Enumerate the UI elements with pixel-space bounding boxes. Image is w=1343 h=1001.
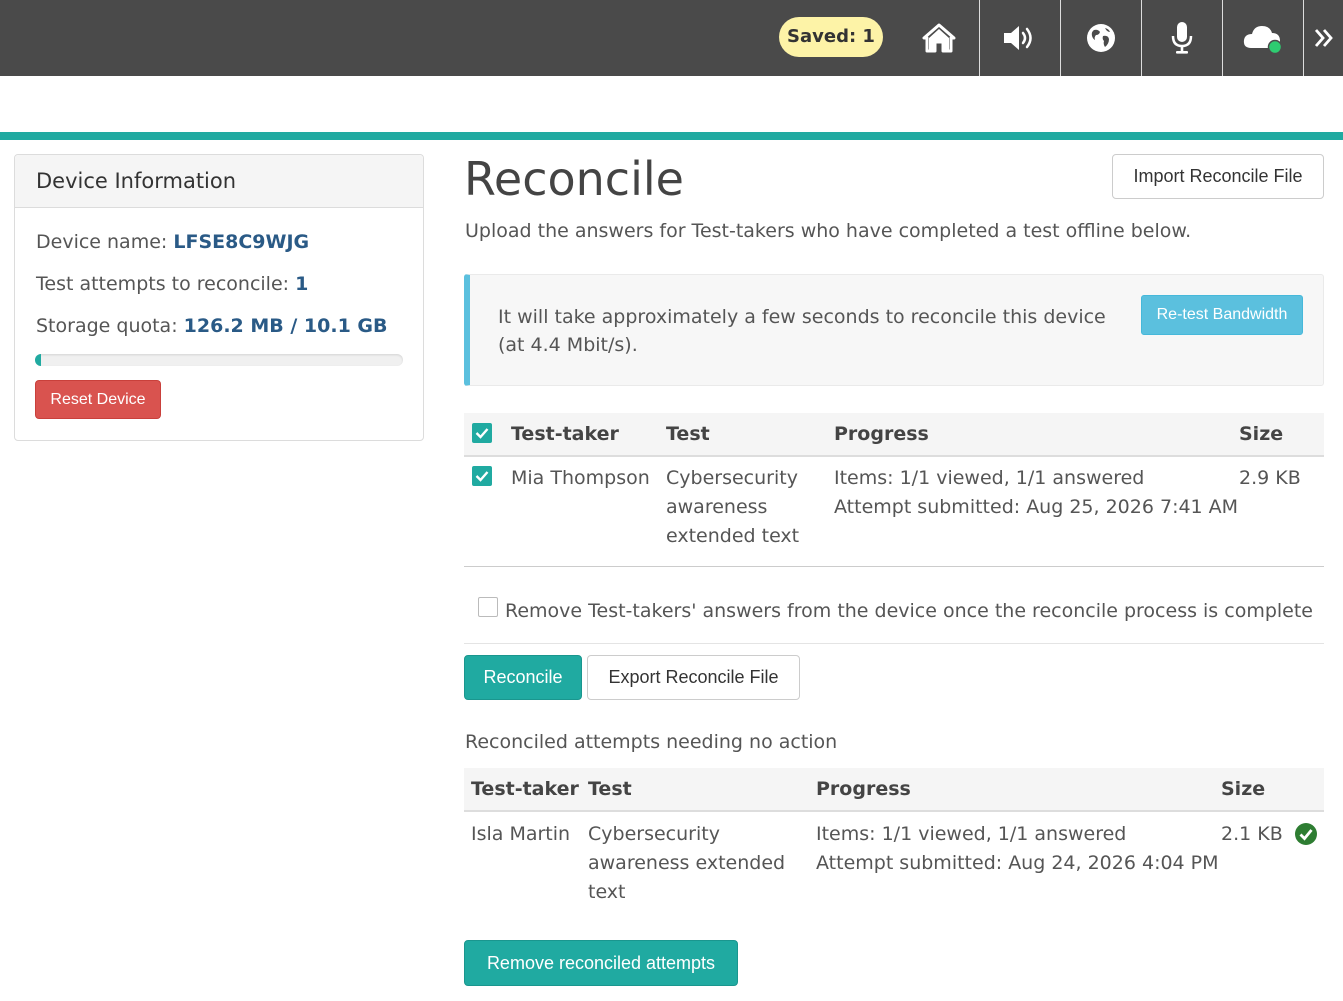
column-header-test: Test [588,778,632,800]
row-size: 2.9 KB [1239,467,1301,489]
page-subtitle: Upload the answers for Test-takers who h… [465,220,1192,242]
row-test-line: awareness extended [588,852,786,874]
divider [464,566,1324,567]
attempts-table-header: Test-taker Test Progress Size [464,413,1324,457]
row-test-taker: Mia Thompson [511,467,650,489]
accent-divider [0,132,1343,140]
page-title: Reconcile [464,152,684,206]
remove-answers-checkbox[interactable] [478,597,498,617]
cloud-sync-button[interactable] [1223,0,1303,76]
row-progress: Items: 1/1 viewed, 1/1 answered Attempt … [834,464,1238,522]
column-header-size: Size [1239,423,1284,445]
row-test-line: extended text [666,525,800,547]
storage-value: 126.2 MB / 10.1 GB [183,315,388,337]
home-button[interactable] [899,0,979,76]
import-reconcile-file-button[interactable]: Import Reconcile File [1112,154,1324,199]
row-test-taker: Isla Martin [471,823,571,845]
select-all-checkbox[interactable] [472,423,492,443]
row-test: Cybersecurity awareness extended text [666,464,826,551]
reconcile-button[interactable]: Reconcile [464,655,582,700]
row-test-line: Cybersecurity [666,467,798,489]
double-chevron-right-icon [1314,29,1333,47]
check-icon [475,428,489,439]
storage-row: Storage quota: 126.2 MB / 10.1 GB [36,315,388,337]
column-header-test-taker: Test-taker [511,423,619,445]
attempts-value: 1 [295,273,309,295]
retest-bandwidth-button[interactable]: Re-test Bandwidth [1141,295,1303,335]
row-size: 2.1 KB [1221,823,1283,845]
export-reconcile-file-button[interactable]: Export Reconcile File [587,655,800,700]
device-info-panel: Device Information Device name: LFSE8C9W… [14,154,424,441]
row-progress-submitted: Attempt submitted: Aug 25, 2026 7:41 AM [834,496,1239,518]
reconciled-table-header: Test-taker Test Progress Size [464,768,1324,812]
row-progress: Items: 1/1 viewed, 1/1 answered Attempt … [816,820,1219,878]
device-panel-title: Device Information [15,155,423,208]
attempts-row: Test attempts to reconcile: 1 [36,273,308,295]
volume-icon [1004,26,1032,50]
expand-toolbar-button[interactable] [1304,0,1343,76]
column-header-size: Size [1221,778,1266,800]
column-header-progress: Progress [834,423,929,445]
device-name-row: Device name: LFSE8C9WJG [36,231,309,253]
column-header-progress: Progress [816,778,911,800]
row-test: Cybersecurity awareness extended text [588,820,808,907]
globe-icon [1087,24,1115,52]
home-icon [922,23,956,53]
top-bar: Saved: 1 [0,0,1343,76]
bandwidth-info-box: It will take approximately a few seconds… [464,274,1324,386]
check-icon [475,471,489,482]
reconciled-section-heading: Reconciled attempts needing no action [465,731,838,753]
language-button[interactable] [1061,0,1141,76]
divider [464,643,1324,644]
row-progress-submitted: Attempt submitted: Aug 24, 2026 4:04 PM [816,852,1219,874]
device-name-label: Device name: [36,231,168,253]
microphone-icon [1171,22,1193,54]
remove-reconciled-attempts-button[interactable]: Remove reconciled attempts [464,940,738,986]
check-circle-icon [1295,823,1317,845]
device-name-value: LFSE8C9WJG [173,231,310,253]
row-progress-items: Items: 1/1 viewed, 1/1 answered [834,467,1145,489]
storage-progress-fill [35,354,41,366]
column-header-test: Test [666,423,710,445]
row-test-line: Cybersecurity [588,823,720,845]
remove-answers-label: Remove Test-takers' answers from the dev… [505,600,1313,622]
storage-progress-bar [35,354,403,366]
attempts-label: Test attempts to reconcile: [36,273,290,295]
row-select-checkbox[interactable] [472,466,492,486]
bandwidth-info-text: It will take approximately a few seconds… [498,306,1106,356]
microphone-button[interactable] [1142,0,1222,76]
row-test-line: text [588,881,626,903]
column-header-test-taker: Test-taker [471,778,579,800]
row-progress-items: Items: 1/1 viewed, 1/1 answered [816,823,1127,845]
storage-label: Storage quota: [36,315,178,337]
volume-button[interactable] [980,0,1060,76]
cloud-status-icon [1243,26,1283,54]
reset-device-button[interactable]: Reset Device [35,380,161,419]
saved-badge: Saved: 1 [779,17,883,57]
row-test-line: awareness [666,496,768,518]
